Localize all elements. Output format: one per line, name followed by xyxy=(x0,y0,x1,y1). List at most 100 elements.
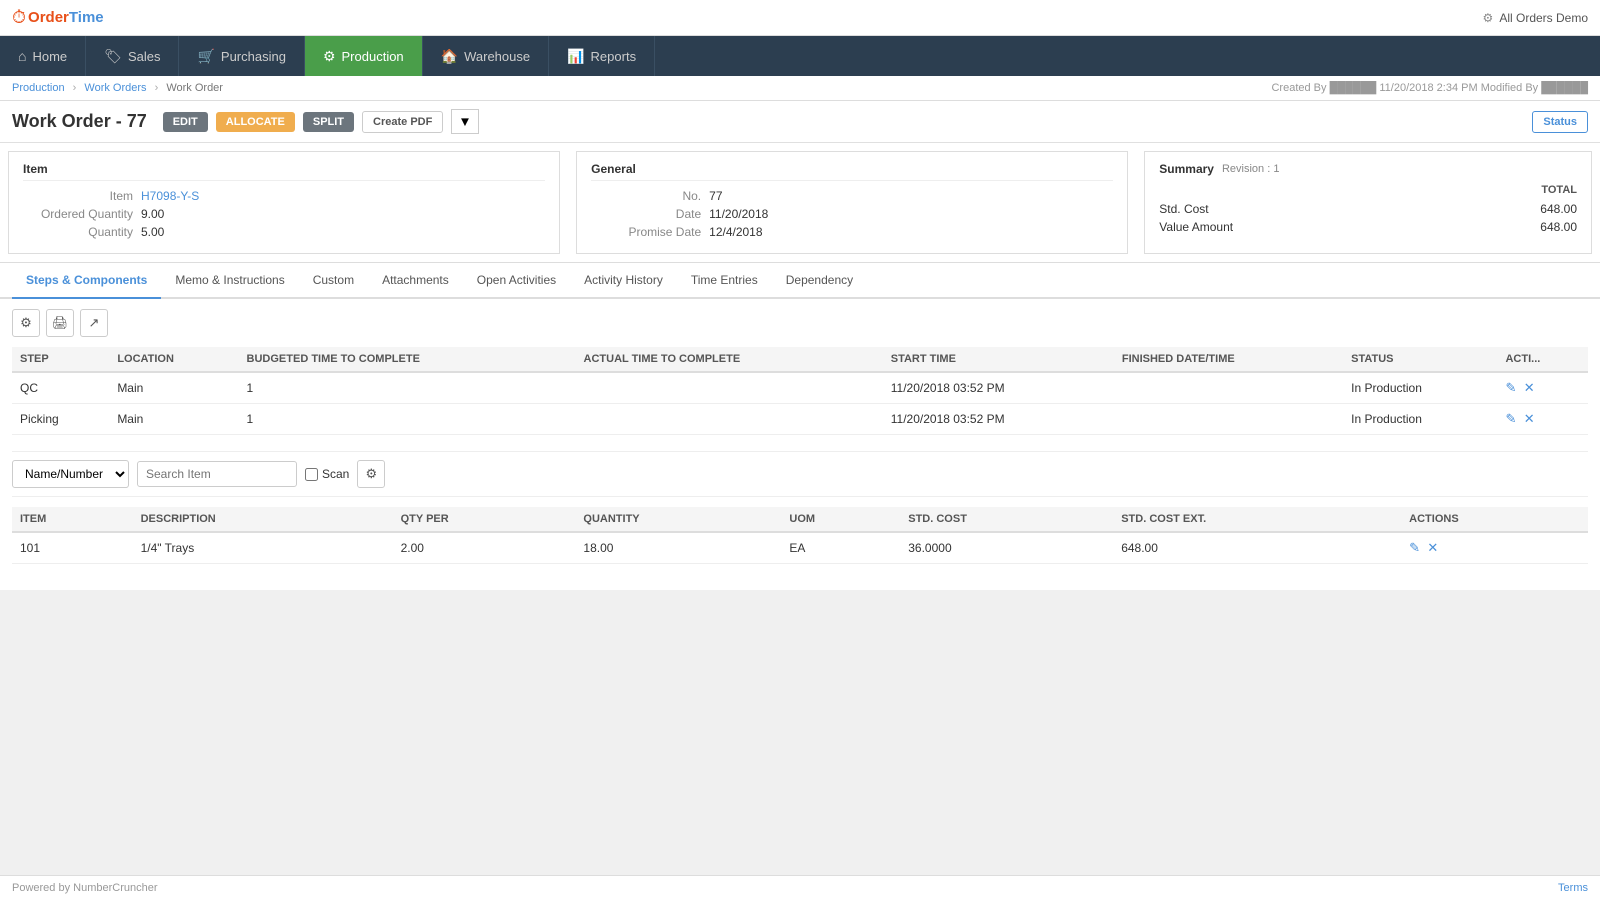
nav-label-home: Home xyxy=(32,49,67,64)
actions-2: ✎ ✕ xyxy=(1497,404,1588,435)
std-cost-value: 648.00 xyxy=(1540,202,1577,216)
finished-2 xyxy=(1114,404,1343,435)
edit-button[interactable]: EDIT xyxy=(163,112,208,132)
tab-memo[interactable]: Memo & Instructions xyxy=(161,263,298,299)
finished-1 xyxy=(1114,372,1343,404)
print-icon-btn[interactable]: 🖨 xyxy=(46,309,74,337)
tab-open-activities[interactable]: Open Activities xyxy=(463,263,570,299)
footer: Powered by NumberCruncher Terms xyxy=(0,875,1600,900)
value-amount-label: Value Amount xyxy=(1159,220,1233,234)
nav-label-production: Production xyxy=(342,49,404,64)
gear-nav-icon: ⚙ xyxy=(323,48,336,65)
nav-item-sales[interactable]: 🏷 Sales xyxy=(86,36,179,76)
comp-col-std-cost-ext: STD. COST EXT. xyxy=(1113,507,1401,532)
gear-icon[interactable]: ⚙ xyxy=(1483,11,1494,25)
nav-label-purchasing: Purchasing xyxy=(221,49,286,64)
tab-steps-components[interactable]: Steps & Components xyxy=(12,263,161,299)
cart-icon: 🛒 xyxy=(197,48,214,65)
delete-step-icon-2[interactable]: ✕ xyxy=(1524,411,1535,426)
breadcrumb: Production › Work Orders › Work Order Cr… xyxy=(0,76,1600,101)
comp-uom-1: EA xyxy=(781,532,900,564)
comp-quantity-1: 18.00 xyxy=(575,532,781,564)
all-orders-demo-label: All Orders Demo xyxy=(1499,11,1588,25)
budgeted-1: 1 xyxy=(239,372,576,404)
col-finished: FINISHED DATE/TIME xyxy=(1114,347,1343,372)
quantity-value: 5.00 xyxy=(141,225,164,239)
table-row: Picking Main 1 11/20/2018 03:52 PM In Pr… xyxy=(12,404,1588,435)
comp-item-101[interactable]: 101 xyxy=(12,532,133,564)
delete-step-icon-1[interactable]: ✕ xyxy=(1524,380,1535,395)
nav-item-warehouse[interactable]: 🏠 Warehouse xyxy=(423,36,549,76)
comp-desc-1: 1/4" Trays xyxy=(133,532,393,564)
item-panel-title: Item xyxy=(23,162,545,181)
table-row: 101 1/4" Trays 2.00 18.00 EA 36.0000 648… xyxy=(12,532,1588,564)
filter-dropdown[interactable]: Name/Number Description Item Number xyxy=(12,460,129,488)
comp-col-qty-per: QTY PER xyxy=(393,507,576,532)
col-start-time: START TIME xyxy=(883,347,1114,372)
edit-comp-icon-1[interactable]: ✎ xyxy=(1409,540,1420,555)
nav-item-home[interactable]: ⌂ Home xyxy=(0,36,86,76)
steps-table-header: STEP LOCATION BUDGETED TIME TO COMPLETE … xyxy=(12,347,1588,372)
edit-step-icon-1[interactable]: ✎ xyxy=(1505,380,1516,395)
comp-col-uom: UOM xyxy=(781,507,900,532)
col-actions: ACTI... xyxy=(1497,347,1588,372)
step-qc[interactable]: QC xyxy=(12,372,109,404)
split-button[interactable]: SPLIT xyxy=(303,112,354,132)
tab-time-entries[interactable]: Time Entries xyxy=(677,263,772,299)
std-cost-row: Std. Cost 648.00 xyxy=(1159,202,1577,216)
breadcrumb-production[interactable]: Production xyxy=(12,82,65,94)
table-row: QC Main 1 11/20/2018 03:52 PM In Product… xyxy=(12,372,1588,404)
tag-icon: 🏷 xyxy=(104,48,122,65)
tab-activity-history[interactable]: Activity History xyxy=(570,263,677,299)
nav-item-reports[interactable]: 📊 Reports xyxy=(549,36,655,76)
item-row: Item H7098-Y-S xyxy=(23,189,545,203)
quantity-row: Quantity 5.00 xyxy=(23,225,545,239)
start-time-1: 11/20/2018 03:52 PM xyxy=(883,372,1114,404)
created-by-label: Created By ██████ 11/20/2018 2:34 PM Mod… xyxy=(1271,82,1588,94)
nav-item-purchasing[interactable]: 🛒 Purchasing xyxy=(179,36,304,76)
search-item-input[interactable] xyxy=(137,461,297,487)
col-location: LOCATION xyxy=(109,347,238,372)
export-icon-btn[interactable]: ↗ xyxy=(80,309,108,337)
scan-checkbox[interactable] xyxy=(305,468,318,481)
budgeted-2: 1 xyxy=(239,404,576,435)
nav-label-warehouse: Warehouse xyxy=(464,49,530,64)
comp-col-item: ITEM xyxy=(12,507,133,532)
location-main-2: Main xyxy=(109,404,238,435)
tab-attachments[interactable]: Attachments xyxy=(368,263,463,299)
pdf-dropdown-button[interactable]: ▼ xyxy=(451,109,478,134)
edit-step-icon-2[interactable]: ✎ xyxy=(1505,411,1516,426)
quantity-label: Quantity xyxy=(23,225,133,239)
top-right-area: ⚙ All Orders Demo xyxy=(1483,11,1588,25)
actual-1 xyxy=(576,372,883,404)
tab-custom[interactable]: Custom xyxy=(299,263,368,299)
tab-dependency[interactable]: Dependency xyxy=(772,263,867,299)
comp-col-description: DESCRIPTION xyxy=(133,507,393,532)
settings-icon-btn[interactable]: ⚙ xyxy=(12,309,40,337)
value-amount-row: Value Amount 648.00 xyxy=(1159,220,1577,234)
nav-item-production[interactable]: ⚙ Production xyxy=(305,36,423,76)
create-pdf-button[interactable]: Create PDF xyxy=(362,111,443,133)
general-panel: General No. 77 Date 11/20/2018 Promise D… xyxy=(576,151,1128,254)
page-header-right: Status xyxy=(1532,111,1588,133)
terms-link[interactable]: Terms xyxy=(1558,882,1588,894)
allocate-button[interactable]: ALLOCATE xyxy=(216,112,295,132)
summary-total-header: TOTAL xyxy=(1159,184,1577,196)
summary-panel-title: Summary xyxy=(1159,162,1214,176)
components-table: ITEM DESCRIPTION QTY PER QUANTITY UOM ST… xyxy=(12,507,1588,564)
step-picking[interactable]: Picking xyxy=(12,404,109,435)
page-header-left: Work Order - 77 EDIT ALLOCATE SPLIT Crea… xyxy=(12,109,479,134)
status-button[interactable]: Status xyxy=(1532,111,1588,133)
components-settings-btn[interactable]: ⚙ xyxy=(357,460,385,488)
logo: ⏱ Order Time xyxy=(12,7,104,28)
date-row: Date 11/20/2018 xyxy=(591,207,1113,221)
item-value[interactable]: H7098-Y-S xyxy=(141,189,199,203)
comp-col-actions: ACTIONS xyxy=(1401,507,1588,532)
components-table-header: ITEM DESCRIPTION QTY PER QUANTITY UOM ST… xyxy=(12,507,1588,532)
actions-1: ✎ ✕ xyxy=(1497,372,1588,404)
col-status: STATUS xyxy=(1343,347,1497,372)
delete-comp-icon-1[interactable]: ✕ xyxy=(1427,540,1438,555)
std-cost-label: Std. Cost xyxy=(1159,202,1208,216)
scan-checkbox-label: Scan xyxy=(305,467,349,481)
breadcrumb-work-orders[interactable]: Work Orders xyxy=(84,82,146,94)
